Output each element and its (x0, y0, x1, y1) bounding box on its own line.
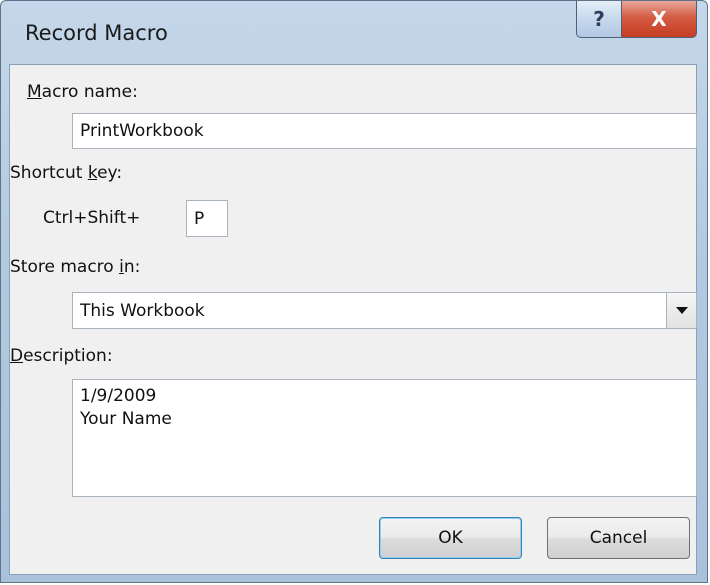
shortcut-key-label-post: ey: (97, 163, 123, 183)
close-button[interactable]: X (621, 1, 697, 38)
description-label-accel: D (10, 346, 24, 366)
description-label: Description: (10, 346, 113, 366)
description-label-text: escription: (23, 346, 113, 366)
shortcut-key-label: Shortcut key: (10, 163, 122, 183)
title-bar: Record Macro ? X (1, 1, 707, 65)
close-icon: X (651, 7, 667, 31)
help-icon: ? (593, 7, 605, 31)
shortcut-key-value: P (194, 208, 205, 229)
macro-name-label: Macro name: (27, 82, 138, 102)
store-macro-selected: This Workbook (80, 300, 205, 321)
store-macro-label-post: n: (123, 257, 141, 277)
macro-name-value: PrintWorkbook (80, 121, 204, 141)
dialog-body: Macro name: PrintWorkbook Shortcut key: … (9, 64, 697, 575)
macro-name-label-accel: M (27, 82, 42, 102)
dropdown-toggle-button[interactable] (666, 293, 696, 328)
ok-button[interactable]: OK (379, 517, 522, 559)
cancel-button[interactable]: Cancel (547, 517, 690, 559)
description-line-1: 1/9/2009 (80, 386, 157, 406)
macro-name-label-text: acro name: (41, 82, 138, 102)
shortcut-modifier-text: Ctrl+Shift+ (43, 208, 141, 228)
description-line-2: Your Name (80, 409, 172, 429)
description-textarea[interactable]: 1/9/2009 Your Name (72, 379, 697, 497)
store-macro-dropdown[interactable]: This Workbook (72, 292, 697, 329)
store-macro-label: Store macro in: (10, 257, 140, 277)
shortcut-key-input[interactable]: P (186, 200, 228, 237)
shortcut-key-label-pre: Shortcut (10, 163, 88, 183)
chevron-down-icon (675, 307, 688, 314)
record-macro-dialog: Record Macro ? X Macro name: PrintWorkbo… (0, 0, 708, 583)
help-button[interactable]: ? (576, 1, 622, 38)
shortcut-key-label-accel: k (87, 163, 98, 183)
store-macro-label-pre: Store macro (10, 257, 120, 277)
dialog-title: Record Macro (25, 21, 168, 45)
macro-name-input[interactable]: PrintWorkbook (72, 113, 697, 149)
